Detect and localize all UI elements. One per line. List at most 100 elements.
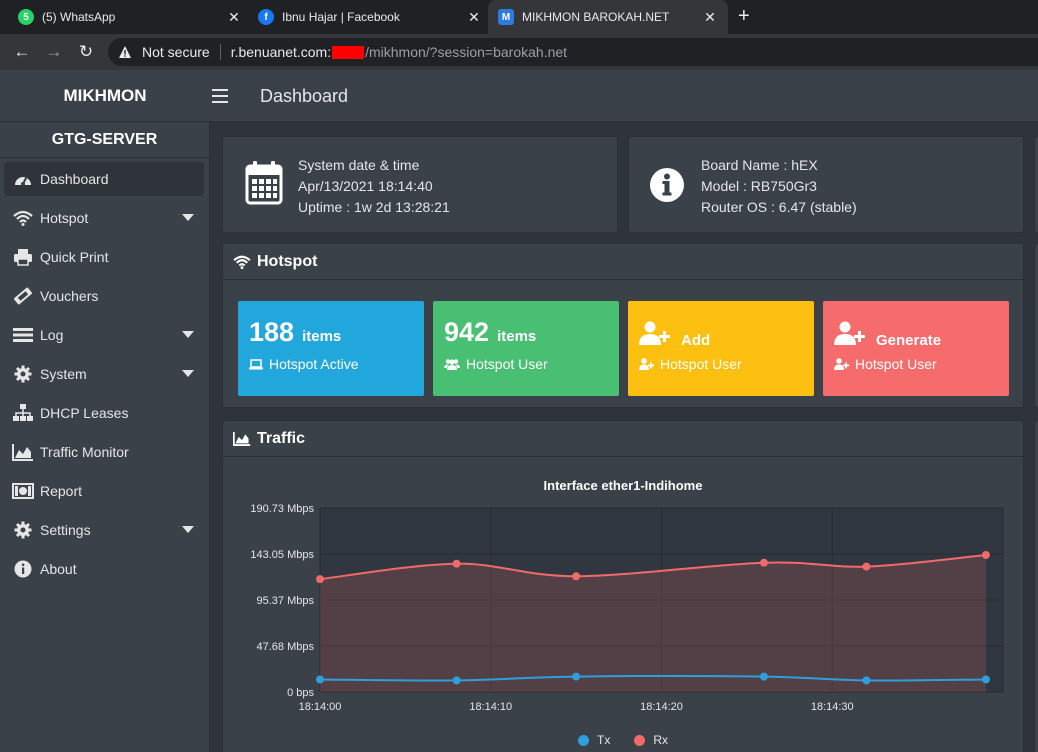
board-info-lines: Board Name : hEX Model : RB750Gr3 Router… bbox=[701, 155, 857, 218]
sidebar-item-label: Traffic Monitor bbox=[40, 444, 129, 460]
browser-tab-bar: 5 (5) WhatsApp ✕ f Ibnu Hajar | Facebook… bbox=[0, 0, 1038, 34]
tab-whatsapp[interactable]: 5 (5) WhatsApp ✕ bbox=[12, 0, 248, 34]
legend-dot bbox=[634, 734, 646, 746]
chevron-down-icon bbox=[182, 331, 194, 338]
router-os: Router OS : 6.47 (stable) bbox=[701, 199, 857, 215]
sidebar-item-log[interactable]: Log bbox=[4, 318, 204, 352]
add-hotspot-user-box[interactable]: Add Hotspot User bbox=[628, 301, 814, 396]
url-host: r.benuanet.com: bbox=[230, 44, 332, 60]
board-model: Model : RB750Gr3 bbox=[701, 178, 817, 194]
tab-facebook[interactable]: f Ibnu Hajar | Facebook ✕ bbox=[252, 0, 488, 34]
new-tab-icon[interactable]: + bbox=[738, 5, 750, 28]
calendar-icon bbox=[245, 161, 283, 210]
sidebar-item-label: Report bbox=[40, 483, 83, 499]
y-tick-label: 47.68 Mbps bbox=[257, 641, 315, 653]
system-datetime-card: System date & time Apr/13/2021 18:14:40 … bbox=[222, 136, 618, 233]
redaction-mark bbox=[332, 45, 365, 59]
close-icon[interactable]: ✕ bbox=[226, 9, 242, 26]
tab-title: MIKHMON BAROKAH.NET bbox=[522, 10, 670, 24]
stat-unit: items bbox=[302, 328, 342, 345]
app-header: MIKHMON Dashboard bbox=[0, 70, 1038, 122]
traffic-panel: Traffic Interface ether1-Indihome 0 bps 4… bbox=[222, 420, 1024, 752]
sidebar-item-label: About bbox=[40, 561, 77, 577]
facebook-icon: f bbox=[258, 9, 274, 25]
users-icon bbox=[444, 359, 460, 370]
wifi-icon bbox=[233, 255, 251, 269]
legend-item-tx[interactable]: Tx bbox=[578, 733, 610, 747]
add-label: Add bbox=[681, 332, 711, 349]
legend-label: Tx bbox=[597, 733, 611, 747]
sidebar-item-settings[interactable]: Settings bbox=[4, 513, 204, 547]
legend-item-rx[interactable]: Rx bbox=[634, 733, 668, 747]
sidebar-item-quick-print[interactable]: Quick Print bbox=[4, 240, 204, 274]
sidebar: GTG-SERVER Dashboard Hotspot Quick Print… bbox=[0, 122, 210, 752]
tx-point bbox=[452, 676, 461, 685]
gear-icon bbox=[12, 365, 34, 383]
sidebar-item-label: DHCP Leases bbox=[40, 405, 129, 421]
forward-icon[interactable]: → bbox=[38, 42, 70, 62]
sidebar-item-system[interactable]: System bbox=[4, 357, 204, 391]
info-circle-icon bbox=[649, 167, 685, 208]
system-info-lines: System date & time Apr/13/2021 18:14:40 … bbox=[298, 155, 450, 218]
back-icon[interactable]: ← bbox=[6, 42, 38, 62]
rx-point bbox=[452, 559, 461, 568]
sidebar-item-vouchers[interactable]: Vouchers bbox=[4, 279, 204, 313]
hotspot-user-box[interactable]: 942 items Hotspot User bbox=[433, 301, 619, 396]
address-bar[interactable]: Not secure r.benuanet.com: /mikhmon/?ses… bbox=[108, 38, 1038, 66]
sidebar-item-label: Hotspot bbox=[40, 210, 89, 226]
sidebar-item-label: Log bbox=[40, 327, 64, 343]
info-circle-icon bbox=[12, 560, 34, 578]
tx-point bbox=[862, 676, 871, 685]
generate-hotspot-user-box[interactable]: Generate Hotspot User bbox=[823, 301, 1009, 396]
server-name: GTG-SERVER bbox=[0, 122, 209, 158]
hotspot-panel-title: Hotspot bbox=[257, 252, 318, 270]
gear-icon bbox=[12, 521, 34, 539]
tx-point bbox=[572, 672, 581, 681]
stat-sub-label: Hotspot User bbox=[660, 356, 742, 372]
sitemap-icon bbox=[12, 404, 34, 422]
laptop-icon bbox=[249, 358, 263, 369]
user-plus-icon bbox=[834, 358, 849, 370]
warning-icon bbox=[119, 46, 131, 58]
sidebar-item-report[interactable]: Report bbox=[4, 474, 204, 508]
stat-sub: Hotspot User bbox=[834, 356, 937, 372]
close-icon[interactable]: ✕ bbox=[702, 9, 718, 26]
sidebar-item-traffic-monitor[interactable]: Traffic Monitor bbox=[4, 435, 204, 469]
chart-legend: Tx Rx bbox=[578, 733, 692, 747]
tab-mikhmon[interactable]: M MIKHMON BAROKAH.NET ✕ bbox=[488, 0, 728, 34]
close-icon[interactable]: ✕ bbox=[466, 9, 482, 26]
reload-icon[interactable]: ↻ bbox=[70, 42, 102, 62]
right-edge-card bbox=[1034, 136, 1038, 233]
sidebar-item-about[interactable]: About bbox=[4, 552, 204, 586]
sidebar-item-label: Vouchers bbox=[40, 288, 99, 304]
tab-title: Ibnu Hajar | Facebook bbox=[282, 10, 400, 24]
stat-top: 942 items bbox=[444, 317, 536, 348]
page-title: Dashboard bbox=[260, 86, 349, 106]
browser-toolbar: ← → ↻ Not secure r.benuanet.com: /mikhmo… bbox=[0, 34, 1038, 70]
user-plus-icon bbox=[834, 321, 865, 345]
right-edge-card bbox=[1034, 420, 1038, 752]
hotspot-active-box[interactable]: 188 items Hotspot Active bbox=[238, 301, 424, 396]
tx-point bbox=[316, 675, 324, 684]
chevron-down-icon bbox=[182, 370, 194, 377]
board-info-card: Board Name : hEX Model : RB750Gr3 Router… bbox=[628, 136, 1024, 233]
stat-sub-label: Hotspot User bbox=[855, 356, 937, 372]
tab-title: (5) WhatsApp bbox=[42, 10, 116, 24]
rx-point bbox=[759, 558, 768, 567]
stat-sub: Hotspot User bbox=[639, 356, 742, 372]
user-plus-icon bbox=[639, 321, 670, 345]
x-tick-label: 18:14:10 bbox=[469, 701, 512, 713]
chevron-down-icon bbox=[182, 214, 194, 221]
money-bill-icon bbox=[12, 482, 34, 500]
tx-point bbox=[759, 672, 768, 681]
system-uptime: Uptime : 1w 2d 13:28:21 bbox=[298, 199, 450, 215]
sidebar-item-dhcp-leases[interactable]: DHCP Leases bbox=[4, 396, 204, 430]
sidebar-item-label: Quick Print bbox=[40, 249, 109, 265]
y-tick-label: 0 bps bbox=[287, 687, 314, 699]
sidebar-item-dashboard[interactable]: Dashboard bbox=[4, 162, 204, 196]
brand-logo[interactable]: MIKHMON bbox=[0, 70, 210, 122]
sidebar-item-hotspot[interactable]: Hotspot bbox=[4, 201, 204, 235]
hamburger-menu-icon[interactable] bbox=[212, 89, 228, 103]
stat-sub-label: Hotspot User bbox=[466, 356, 548, 372]
tx-point bbox=[981, 675, 990, 684]
